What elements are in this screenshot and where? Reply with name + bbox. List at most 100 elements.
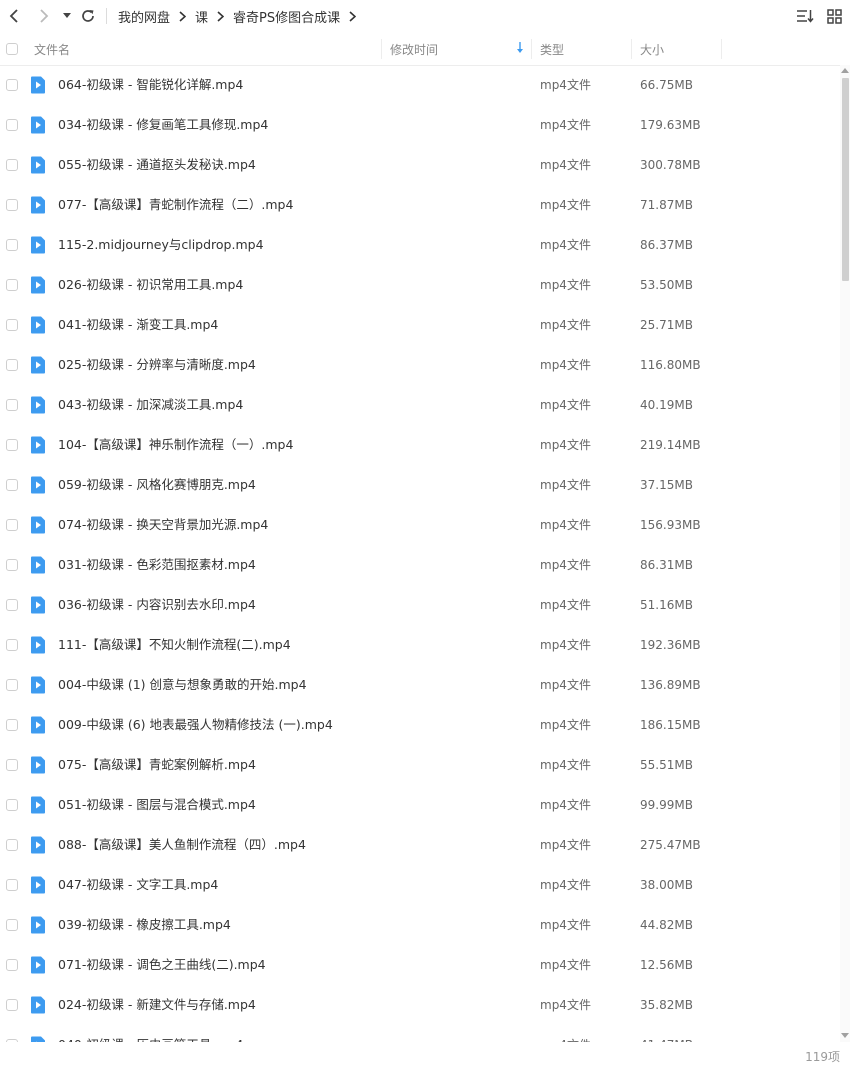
file-row[interactable]: 111-【高级课】不知火制作流程(二).mp4 mp4文件 192.36MB: [0, 625, 840, 665]
file-row[interactable]: 043-初级课 - 加深减淡工具.mp4 mp4文件 40.19MB: [0, 385, 840, 425]
file-name[interactable]: 111-【高级课】不知火制作流程(二).mp4: [58, 625, 291, 665]
file-row[interactable]: 004-中级课 (1) 创意与想象勇敢的开始.mp4 mp4文件 136.89MB: [0, 665, 840, 705]
file-row[interactable]: 040-初级课 - 历史画笔工具.mp4 mp4文件 41.47MB: [0, 1025, 840, 1042]
file-name[interactable]: 039-初级课 - 橡皮擦工具.mp4: [58, 905, 231, 945]
row-checkbox[interactable]: [6, 119, 18, 131]
file-row[interactable]: 009-中级课 (6) 地表最强人物精修技法 (一).mp4 mp4文件 186.1…: [0, 705, 840, 745]
file-name[interactable]: 040-初级课 - 历史画笔工具.mp4: [58, 1025, 243, 1042]
file-name[interactable]: 024-初级课 - 新建文件与存储.mp4: [58, 985, 256, 1025]
row-checkbox[interactable]: [6, 799, 18, 811]
column-header-modified[interactable]: 修改时间: [390, 33, 530, 65]
file-row[interactable]: 055-初级课 - 通道抠头发秘诀.mp4 mp4文件 300.78MB: [0, 145, 840, 185]
file-row[interactable]: 039-初级课 - 橡皮擦工具.mp4 mp4文件 44.82MB: [0, 905, 840, 945]
file-name[interactable]: 031-初级课 - 色彩范围抠素材.mp4: [58, 545, 256, 585]
file-row[interactable]: 026-初级课 - 初识常用工具.mp4 mp4文件 53.50MB: [0, 265, 840, 305]
file-name[interactable]: 041-初级课 - 渐变工具.mp4: [58, 305, 218, 345]
file-row[interactable]: 059-初级课 - 风格化赛博朋克.mp4 mp4文件 37.15MB: [0, 465, 840, 505]
file-row[interactable]: 024-初级课 - 新建文件与存储.mp4 mp4文件 35.82MB: [0, 985, 840, 1025]
file-name[interactable]: 036-初级课 - 内容识别去水印.mp4: [58, 585, 256, 625]
file-name[interactable]: 115-2.midjourney与clipdrop.mp4: [58, 225, 264, 265]
sort-button[interactable]: [794, 0, 816, 32]
breadcrumb-item-root[interactable]: 我的网盘: [118, 7, 170, 26]
file-name[interactable]: 051-初级课 - 图层与混合模式.mp4: [58, 785, 256, 825]
file-size: 35.82MB: [640, 998, 693, 1012]
row-checkbox[interactable]: [6, 519, 18, 531]
file-name[interactable]: 055-初级课 - 通道抠头发秘诀.mp4: [58, 145, 256, 185]
file-name[interactable]: 088-【高级课】美人鱼制作流程（四）.mp4: [58, 825, 306, 865]
file-row[interactable]: 077-【高级课】青蛇制作流程（二）.mp4 mp4文件 71.87MB: [0, 185, 840, 225]
row-checkbox[interactable]: [6, 999, 18, 1011]
file-row[interactable]: 031-初级课 - 色彩范围抠素材.mp4 mp4文件 86.31MB: [0, 545, 840, 585]
file-size: 37.15MB: [640, 478, 693, 492]
row-checkbox[interactable]: [6, 399, 18, 411]
row-checkbox[interactable]: [6, 479, 18, 491]
file-name[interactable]: 071-初级课 - 调色之王曲线(二).mp4: [58, 945, 266, 985]
file-name[interactable]: 104-【高级课】神乐制作流程（一）.mp4: [58, 425, 293, 465]
scroll-down-arrow-icon[interactable]: [841, 1033, 849, 1038]
row-checkbox[interactable]: [6, 759, 18, 771]
video-file-icon: [31, 716, 45, 734]
row-checkbox[interactable]: [6, 439, 18, 451]
file-row[interactable]: 047-初级课 - 文字工具.mp4 mp4文件 38.00MB: [0, 865, 840, 905]
file-row[interactable]: 051-初级课 - 图层与混合模式.mp4 mp4文件 99.99MB: [0, 785, 840, 825]
file-name[interactable]: 075-【高级课】青蛇案例解析.mp4: [58, 745, 256, 785]
row-checkbox[interactable]: [6, 199, 18, 211]
row-checkbox[interactable]: [6, 599, 18, 611]
file-row[interactable]: 074-初级课 - 换天空背景加光源.mp4 mp4文件 156.93MB: [0, 505, 840, 545]
refresh-button[interactable]: [78, 0, 98, 32]
file-name[interactable]: 026-初级课 - 初识常用工具.mp4: [58, 265, 243, 305]
row-checkbox[interactable]: [6, 919, 18, 931]
file-row[interactable]: 025-初级课 - 分辨率与清晰度.mp4 mp4文件 116.80MB: [0, 345, 840, 385]
file-name[interactable]: 009-中级课 (6) 地表最强人物精修技法 (一).mp4: [58, 705, 333, 745]
row-checkbox[interactable]: [6, 839, 18, 851]
row-checkbox[interactable]: [6, 639, 18, 651]
row-checkbox[interactable]: [6, 159, 18, 171]
file-row[interactable]: 071-初级课 - 调色之王曲线(二).mp4 mp4文件 12.56MB: [0, 945, 840, 985]
breadcrumb-item-current[interactable]: 睿奇PS修图合成课: [233, 7, 340, 26]
file-row[interactable]: 104-【高级课】神乐制作流程（一）.mp4 mp4文件 219.14MB: [0, 425, 840, 465]
file-name[interactable]: 064-初级课 - 智能锐化详解.mp4: [58, 65, 243, 105]
file-row[interactable]: 088-【高级课】美人鱼制作流程（四）.mp4 mp4文件 275.47MB: [0, 825, 840, 865]
forward-button[interactable]: [34, 0, 54, 32]
row-checkbox[interactable]: [6, 879, 18, 891]
row-checkbox[interactable]: [6, 319, 18, 331]
file-name[interactable]: 059-初级课 - 风格化赛博朋克.mp4: [58, 465, 256, 505]
history-dropdown-button[interactable]: [60, 0, 74, 32]
file-name[interactable]: 077-【高级课】青蛇制作流程（二）.mp4: [58, 185, 293, 225]
file-row[interactable]: 115-2.midjourney与clipdrop.mp4 mp4文件 86.37M…: [0, 225, 840, 265]
file-name[interactable]: 047-初级课 - 文字工具.mp4: [58, 865, 218, 905]
chevron-right-icon[interactable]: [349, 10, 357, 22]
file-name[interactable]: 025-初级课 - 分辨率与清晰度.mp4: [58, 345, 256, 385]
row-checkbox[interactable]: [6, 239, 18, 251]
row-checkbox[interactable]: [6, 79, 18, 91]
file-row[interactable]: 075-【高级课】青蛇案例解析.mp4 mp4文件 55.51MB: [0, 745, 840, 785]
file-size: 44.82MB: [640, 918, 693, 932]
video-file-icon: [31, 116, 45, 134]
file-name[interactable]: 004-中级课 (1) 创意与想象勇敢的开始.mp4: [58, 665, 307, 705]
back-button[interactable]: [4, 0, 24, 32]
column-header-type[interactable]: 类型: [540, 33, 630, 65]
file-size: 40.19MB: [640, 398, 693, 412]
file-name[interactable]: 034-初级课 - 修复画笔工具修现.mp4: [58, 105, 268, 145]
scroll-up-arrow-icon[interactable]: [841, 68, 849, 73]
row-checkbox[interactable]: [6, 279, 18, 291]
file-row[interactable]: 036-初级课 - 内容识别去水印.mp4 mp4文件 51.16MB: [0, 585, 840, 625]
scrollbar-thumb[interactable]: [842, 78, 849, 281]
file-row[interactable]: 041-初级课 - 渐变工具.mp4 mp4文件 25.71MB: [0, 305, 840, 345]
row-checkbox[interactable]: [6, 359, 18, 371]
row-checkbox[interactable]: [6, 679, 18, 691]
view-mode-button[interactable]: [824, 0, 844, 32]
breadcrumb-item-folder[interactable]: 课: [195, 7, 208, 26]
row-checkbox[interactable]: [6, 959, 18, 971]
file-name[interactable]: 074-初级课 - 换天空背景加光源.mp4: [58, 505, 268, 545]
file-name[interactable]: 043-初级课 - 加深减淡工具.mp4: [58, 385, 243, 425]
status-bar: 119项: [0, 1042, 850, 1072]
select-all-checkbox[interactable]: [6, 43, 18, 55]
row-checkbox[interactable]: [6, 559, 18, 571]
column-header-size[interactable]: 大小: [640, 33, 720, 65]
file-row[interactable]: 034-初级课 - 修复画笔工具修现.mp4 mp4文件 179.63MB: [0, 105, 840, 145]
grid-view-icon: [826, 8, 842, 24]
column-header-name[interactable]: 文件名: [34, 33, 380, 65]
row-checkbox[interactable]: [6, 719, 18, 731]
file-row[interactable]: 064-初级课 - 智能锐化详解.mp4 mp4文件 66.75MB: [0, 65, 840, 105]
